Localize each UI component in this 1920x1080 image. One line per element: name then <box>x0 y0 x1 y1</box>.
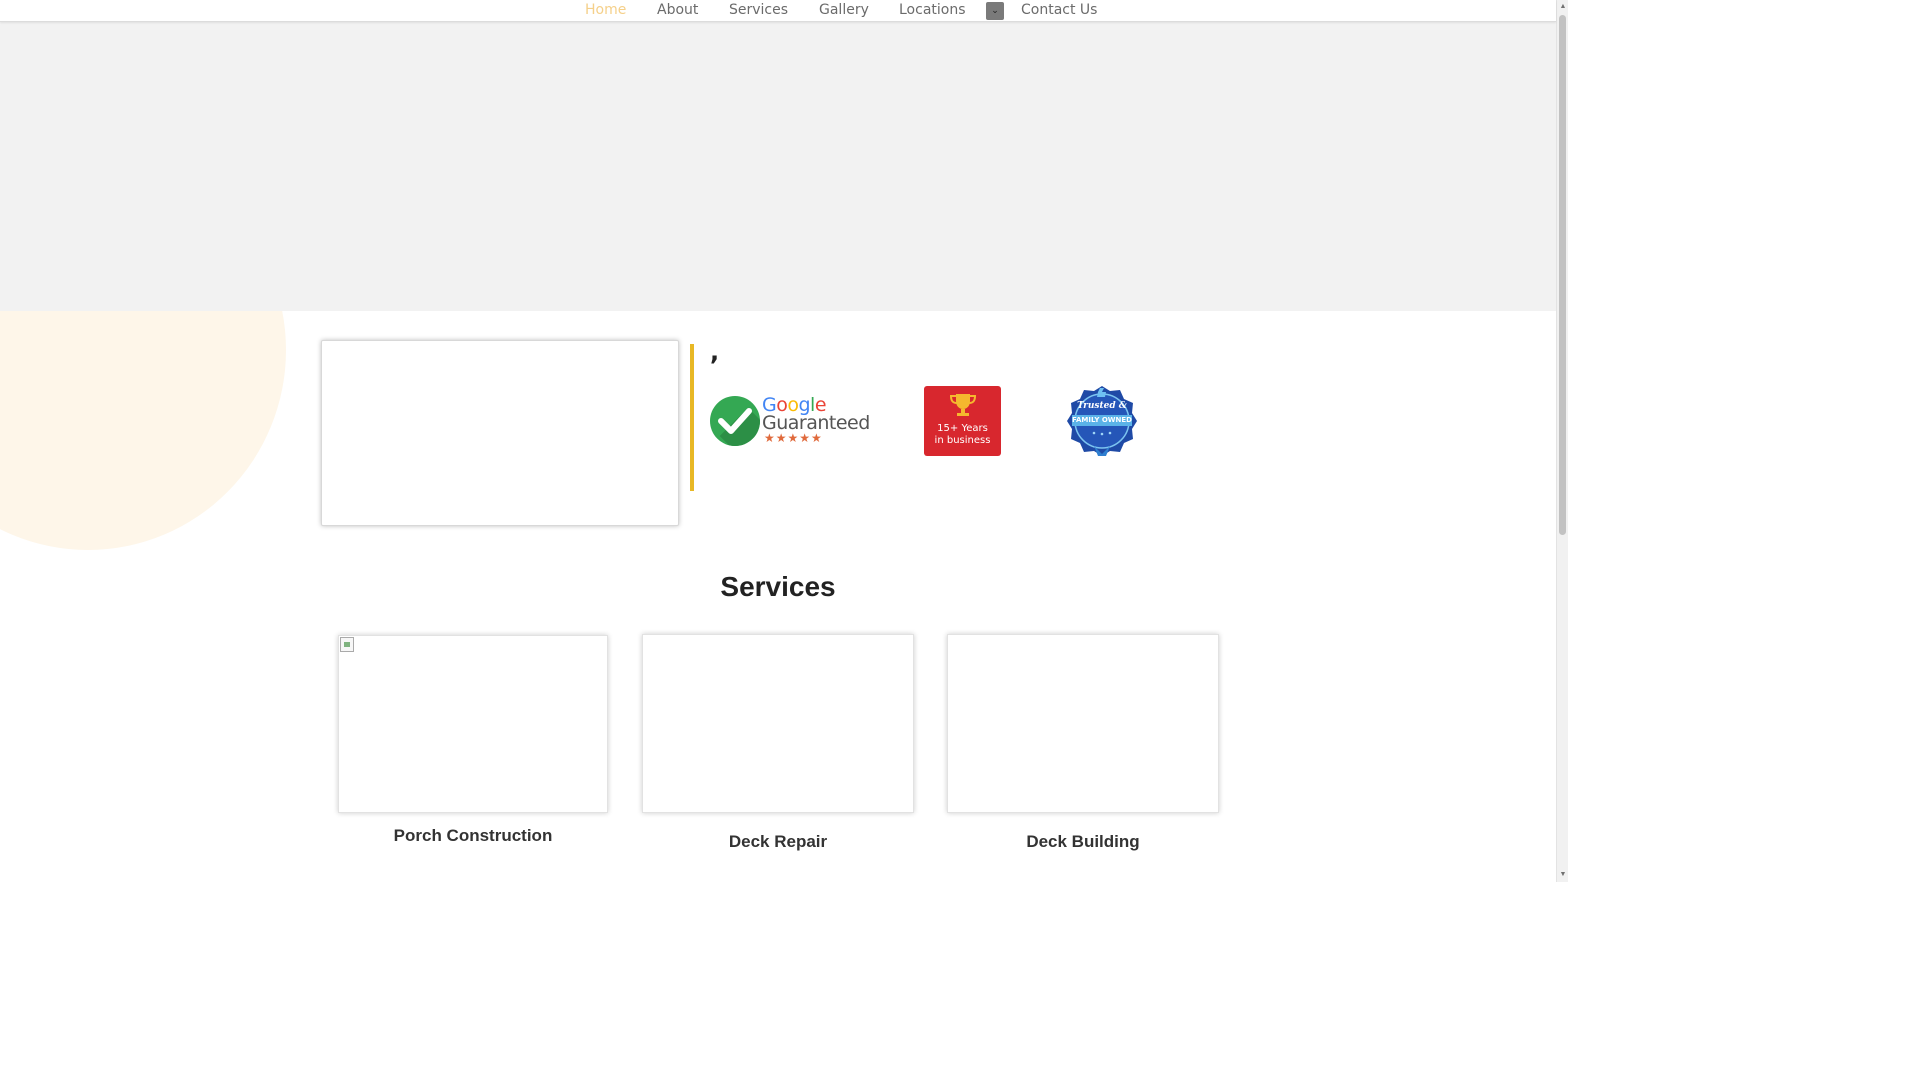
intro-video-frame[interactable] <box>321 340 679 526</box>
decor-shape-container <box>0 311 300 550</box>
trophy-icon <box>949 394 977 416</box>
nav-gallery[interactable]: Gallery <box>819 2 869 18</box>
page: Home About Services Gallery Locations ⌄ … <box>0 0 1568 882</box>
service-image-deck-repair[interactable] <box>642 634 914 813</box>
scroll-up-arrow-icon[interactable]: ▲ <box>1557 0 1568 14</box>
in-business-label: in business <box>934 435 991 446</box>
accent-divider <box>690 344 694 491</box>
trusted-label: Trusted & <box>1077 401 1127 411</box>
service-title-porch-construction[interactable]: Porch Construction <box>338 826 608 846</box>
intro-heading: , <box>710 338 720 366</box>
nav-home[interactable]: Home <box>585 2 626 18</box>
top-nav: Home About Services Gallery Locations ⌄ … <box>0 0 1556 22</box>
scrollbar-thumb[interactable] <box>1559 15 1566 535</box>
rating-stars: ★★★★★ <box>764 431 823 445</box>
nav-about[interactable]: About <box>657 2 698 18</box>
broken-image-icon <box>340 637 354 652</box>
years-label: 15+ Years <box>937 423 988 434</box>
decor-circle <box>0 311 286 550</box>
years-in-business-badge: 15+ Years in business <box>924 386 1001 456</box>
service-title-deck-repair[interactable]: Deck Repair <box>642 832 914 852</box>
hero-banner <box>0 22 1556 311</box>
google-guaranteed-badge: Google Guaranteed ★★★★★ <box>710 394 870 450</box>
family-owned-label: FAMILY OWNED <box>1072 415 1132 426</box>
service-image-porch-construction[interactable] <box>338 635 608 813</box>
nav-contact-us[interactable]: Contact Us <box>1021 2 1097 18</box>
service-title-deck-building[interactable]: Deck Building <box>947 832 1219 852</box>
trusted-family-owned-badge: Trusted & FAMILY OWNED <box>1064 384 1140 458</box>
check-icon <box>710 396 760 446</box>
scroll-down-arrow-icon[interactable]: ▼ <box>1557 868 1568 882</box>
services-heading: Services <box>720 571 836 602</box>
nav-services[interactable]: Services <box>729 2 788 18</box>
vertical-scrollbar[interactable]: ▲ ▼ <box>1556 0 1568 882</box>
nav-locations[interactable]: Locations <box>899 2 966 18</box>
locations-dropdown-toggle[interactable]: ⌄ <box>986 2 1004 20</box>
chevron-down-icon: ⌄ <box>991 4 999 15</box>
service-image-deck-building[interactable] <box>947 634 1219 813</box>
